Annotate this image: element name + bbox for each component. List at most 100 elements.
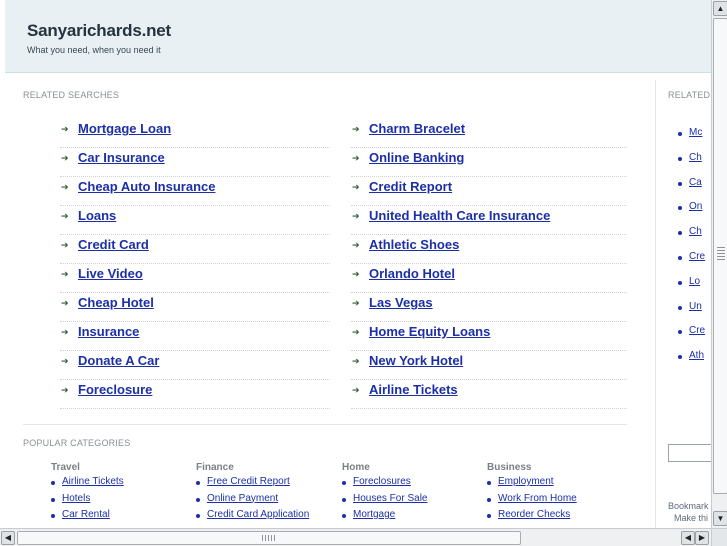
list-item: Foreclosures — [342, 476, 482, 493]
related-search-link[interactable]: Live Video — [78, 266, 143, 281]
bullet-icon — [487, 481, 491, 485]
right-arrow-icon: ➔ — [61, 211, 69, 221]
list-item: Credit Card Application — [196, 509, 336, 526]
search-row: ➔ Cheap Auto Insurance — [60, 176, 330, 206]
search-row: ➔ Credit Card — [60, 234, 330, 264]
site-tagline: What you need, when you need it — [27, 45, 161, 55]
related-search-link[interactable]: Home Equity Loans — [369, 324, 490, 339]
side-related-link[interactable]: Ath — [689, 350, 704, 361]
right-arrow-icon: ➔ — [352, 298, 360, 308]
category-link[interactable]: Hotels — [62, 493, 90, 504]
related-search-link[interactable]: Mortgage Loan — [78, 121, 171, 136]
related-search-link[interactable]: Charm Bracelet — [369, 121, 465, 136]
search-row: ➔ United Health Care Insurance — [351, 205, 627, 235]
side-related-heading: RELATED — [668, 90, 711, 100]
bullet-icon — [678, 355, 682, 360]
related-search-link[interactable]: United Health Care Insurance — [369, 208, 550, 223]
bullet-icon — [51, 497, 55, 502]
category-link[interactable]: Online Payment — [207, 493, 278, 504]
side-related-link[interactable]: Cre — [689, 325, 705, 336]
related-search-link[interactable]: Orlando Hotel — [369, 266, 455, 281]
bookmark-text: Bookmark Make thi — [668, 500, 709, 524]
vertical-scroll-thumb[interactable] — [713, 18, 727, 494]
category-link[interactable]: Car Rental — [62, 509, 110, 520]
scroll-down-icon[interactable]: ▼ — [713, 511, 727, 526]
category-title: Travel — [51, 462, 80, 473]
bullet-icon — [487, 497, 491, 502]
scroll-left-small-icon[interactable]: ◀ — [681, 531, 695, 545]
right-arrow-icon: ➔ — [61, 356, 69, 366]
category-link[interactable]: Work From Home — [498, 493, 577, 504]
category-link[interactable]: Mortgage — [353, 509, 395, 520]
related-search-link[interactable]: Las Vegas — [369, 295, 433, 310]
category-link[interactable]: Houses For Sale — [353, 493, 427, 504]
category-link[interactable]: Reorder Checks — [498, 509, 570, 520]
search-row: ➔ New York Hotel — [351, 350, 627, 380]
scroll-up-icon[interactable]: ▲ — [713, 1, 727, 16]
related-search-link[interactable]: Airline Tickets — [369, 382, 458, 397]
right-arrow-icon: ➔ — [352, 153, 360, 163]
category-link[interactable]: Credit Card Application — [207, 509, 309, 520]
related-search-link[interactable]: Cheap Hotel — [78, 295, 154, 310]
side-search-input[interactable] — [668, 444, 711, 462]
side-related-link[interactable]: Cre — [689, 251, 705, 262]
bullet-icon — [678, 206, 682, 211]
related-search-link[interactable]: Foreclosure — [78, 382, 152, 397]
scroll-right-icon[interactable]: ▶ — [695, 531, 709, 545]
right-arrow-icon: ➔ — [352, 182, 360, 192]
side-related-link[interactable]: Un — [689, 301, 702, 312]
scroll-left-icon[interactable]: ◀ — [1, 531, 15, 545]
side-related-link[interactable]: Ch — [689, 152, 702, 163]
search-row: ➔ Foreclosure — [60, 379, 330, 409]
list-item: Work From Home — [487, 493, 627, 510]
list-item: Online Payment — [196, 493, 336, 510]
side-related-link[interactable]: Mc — [689, 127, 702, 138]
side-related-link[interactable]: Ca — [689, 177, 702, 188]
horizontal-scroll-thumb[interactable] — [17, 531, 521, 545]
related-search-link[interactable]: Insurance — [78, 324, 139, 339]
related-searches-heading: RELATED SEARCHES — [23, 90, 120, 100]
bullet-icon — [678, 305, 682, 310]
category-title: Finance — [196, 462, 234, 473]
horizontal-scrollbar[interactable]: ◀ ◀ ▶ — [0, 528, 711, 546]
related-search-link[interactable]: Loans — [78, 208, 116, 223]
related-search-link[interactable]: Athletic Shoes — [369, 237, 459, 252]
category-link[interactable]: Employment — [498, 476, 554, 487]
related-search-link[interactable]: Credit Report — [369, 179, 452, 194]
related-search-link[interactable]: Donate A Car — [78, 353, 159, 368]
related-search-link[interactable]: Car Insurance — [78, 150, 165, 165]
bookmark-line-1: Bookmark — [668, 501, 709, 511]
related-search-link[interactable]: Credit Card — [78, 237, 149, 252]
side-column: RELATED Mc Ch Ca On Ch Cre Lo Un Cre Ath Bookmark… — [656, 80, 711, 528]
related-search-link[interactable]: Cheap Auto Insurance — [78, 179, 215, 194]
related-search-link[interactable]: New York Hotel — [369, 353, 463, 368]
list-item: Free Credit Report — [196, 476, 336, 493]
related-search-link[interactable]: Online Banking — [369, 150, 464, 165]
side-related-link[interactable]: Ch — [689, 226, 702, 237]
bullet-icon — [678, 181, 682, 186]
site-header: Sanyarichards.net What you need, when yo… — [5, 0, 711, 73]
bullet-icon — [678, 231, 682, 236]
bullet-icon — [342, 497, 346, 502]
list-item: Lo — [678, 276, 700, 287]
right-arrow-icon: ➔ — [61, 269, 69, 279]
right-arrow-icon: ➔ — [61, 327, 69, 337]
category-link[interactable]: Free Credit Report — [207, 476, 290, 487]
right-arrow-icon: ➔ — [61, 124, 69, 134]
search-row: ➔ Home Equity Loans — [351, 321, 627, 351]
category-link[interactable]: Foreclosures — [353, 476, 411, 487]
search-row: ➔ Airline Tickets — [351, 379, 627, 409]
category-link[interactable]: Airline Tickets — [62, 476, 124, 487]
search-row: ➔ Charm Bracelet — [351, 118, 627, 148]
vertical-scrollbar[interactable]: ▲ ▼ — [711, 0, 727, 528]
category-column: Finance Free Credit Report Online Payment C… — [196, 462, 336, 526]
category-column: Home Foreclosures Houses For Sale Mortgage — [342, 462, 482, 526]
side-related-link[interactable]: On — [689, 201, 702, 212]
list-item: Houses For Sale — [342, 493, 482, 510]
search-row: ➔ Insurance — [60, 321, 330, 351]
side-related-link[interactable]: Lo — [689, 276, 700, 287]
site-title: Sanyarichards.net — [27, 21, 171, 40]
list-item: Reorder Checks — [487, 509, 627, 526]
bullet-icon — [342, 481, 346, 485]
search-row: ➔ Donate A Car — [60, 350, 330, 380]
